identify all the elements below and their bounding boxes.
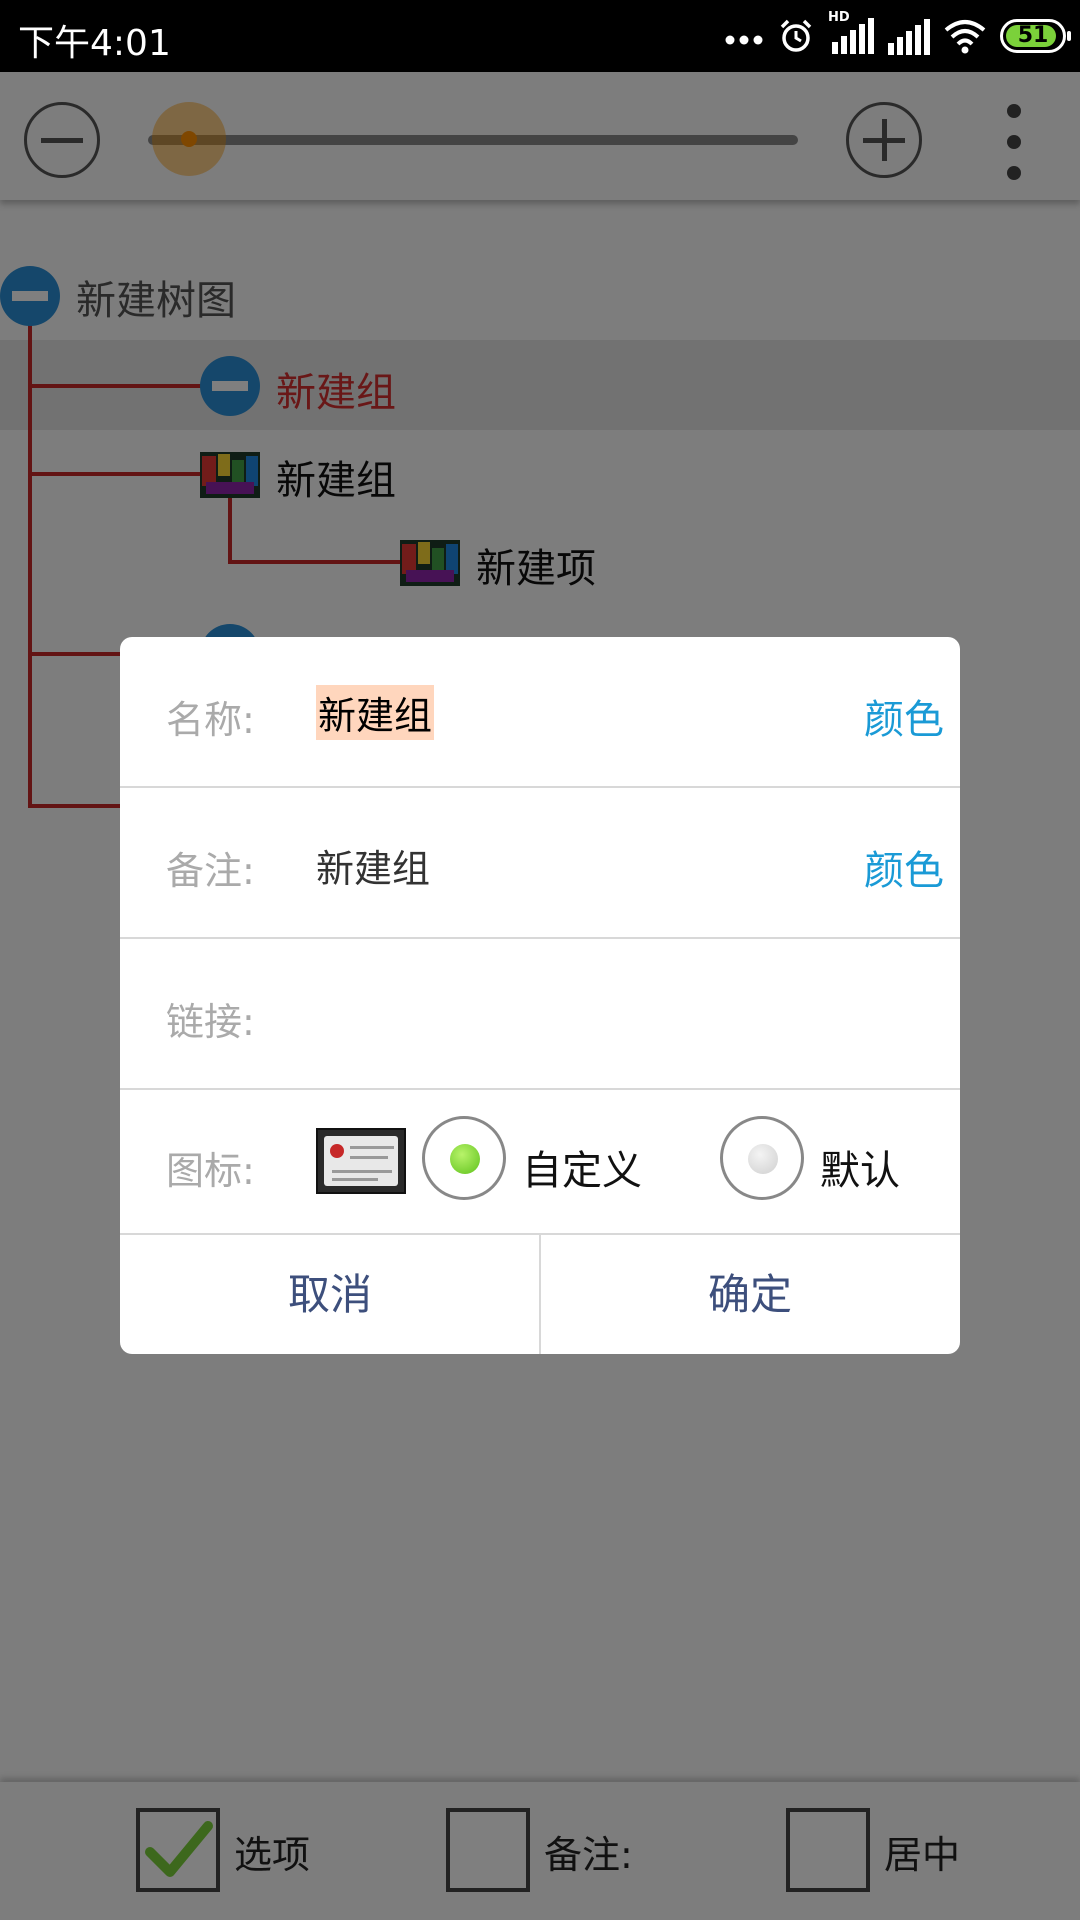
name-color-button[interactable]: 颜色 [864, 687, 944, 745]
name-label: 名称: [166, 698, 255, 742]
name-input[interactable]: 新建组 [316, 685, 435, 740]
status-time: 下午4:01 [18, 23, 171, 64]
confirm-button[interactable]: 确定 [540, 1235, 960, 1354]
signal-icon [888, 19, 930, 55]
custom-icon-label[interactable]: 自定义 [522, 1138, 642, 1196]
status-icons: HD 51 [724, 10, 1071, 60]
default-icon-radio[interactable] [720, 1116, 804, 1200]
link-label: 链接: [166, 1000, 255, 1044]
cancel-button[interactable]: 取消 [120, 1235, 540, 1354]
default-icon-label[interactable]: 默认 [820, 1138, 900, 1196]
battery-icon: 51 [1000, 19, 1071, 53]
link-row: 链接: [120, 939, 960, 1090]
more-dots-icon [725, 35, 763, 45]
name-row: 名称: 新建组 颜色 [120, 637, 960, 788]
battery-level: 51 [1017, 23, 1049, 48]
signal-hd-icon: HD [828, 10, 874, 56]
note-row: 备注: 新建组 颜色 [120, 788, 960, 939]
icon-label: 图标: [166, 1149, 255, 1193]
status-bar: 下午4:01 HD 51 [0, 0, 1080, 72]
wifi-icon [944, 20, 986, 54]
link-input[interactable] [316, 989, 896, 1039]
id-card-image-icon[interactable] [316, 1128, 406, 1194]
note-label: 备注: [166, 849, 255, 893]
edit-node-dialog: 名称: 新建组 颜色 备注: 新建组 颜色 链接: 图标: 自定义 默认 取消 … [120, 637, 960, 1354]
note-input[interactable]: 新建组 [316, 838, 430, 893]
note-color-button[interactable]: 颜色 [864, 838, 944, 896]
icon-row: 图标: 自定义 默认 [120, 1090, 960, 1235]
alarm-icon [780, 19, 812, 52]
custom-icon-radio[interactable] [422, 1116, 506, 1200]
